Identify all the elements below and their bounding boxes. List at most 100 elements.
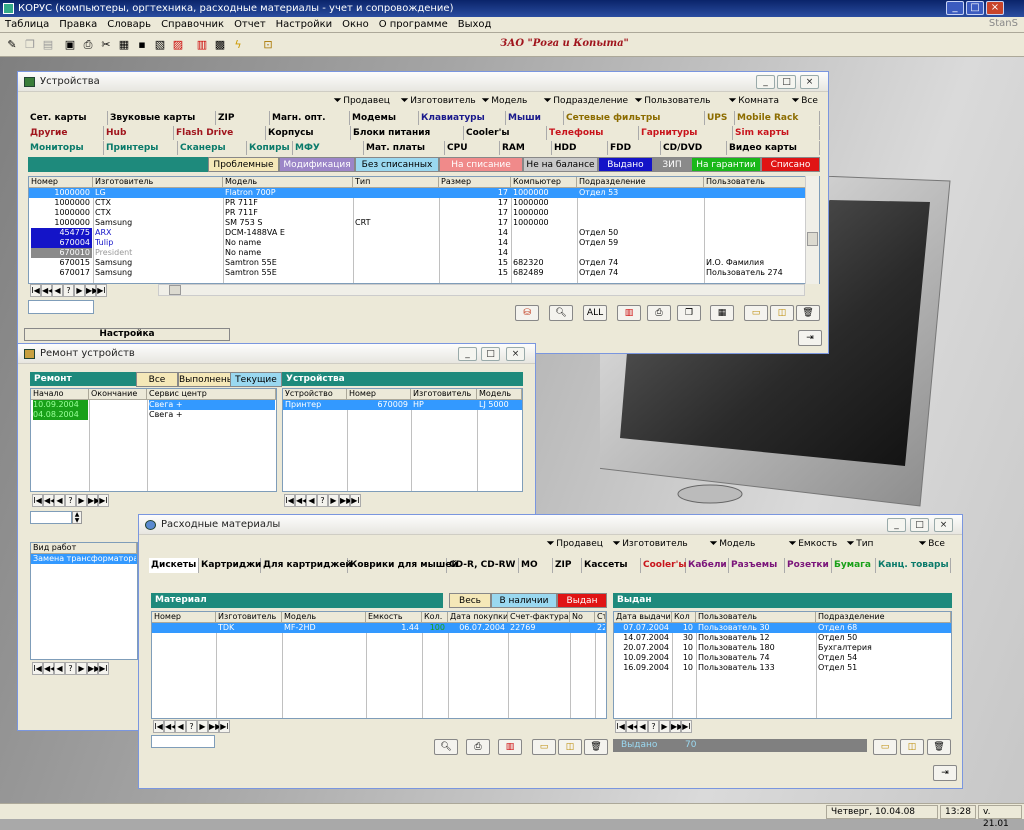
column-header[interactable]: Модель (477, 389, 522, 400)
menu-item-5[interactable]: Настройки (271, 17, 337, 32)
repair-filter-tab[interactable]: Выполнены (178, 372, 234, 387)
nav-button-3[interactable]: ? (65, 494, 76, 507)
status-filter-6[interactable]: ЗИП (653, 157, 691, 172)
category-tab[interactable]: Гарнитуры (639, 126, 733, 140)
category-tab[interactable]: CD/DVD (661, 141, 727, 155)
nav-button-6[interactable]: ▶I (219, 720, 230, 733)
nav-button-0[interactable]: I◀ (284, 494, 295, 507)
category-tab[interactable]: Телефоны (547, 126, 639, 140)
nav-button-3[interactable]: ? (65, 662, 76, 675)
column-header[interactable]: Устройство (283, 389, 347, 400)
filter-3[interactable]: ⏷ Емкость (789, 539, 837, 549)
nav-button-6[interactable]: ▶I (96, 284, 107, 297)
supply-tab[interactable]: Cooler'ы (641, 558, 687, 573)
filter-2[interactable]: ⏷ Модель (482, 96, 527, 106)
nav-button-5[interactable]: ▶▶ (87, 662, 100, 675)
category-tab[interactable]: МФУ (293, 141, 364, 155)
column-header[interactable]: No (570, 612, 595, 623)
column-header[interactable]: Пользователь (696, 612, 816, 623)
nav-button-0[interactable]: I◀ (32, 494, 43, 507)
status-filter-3[interactable]: На списание (439, 157, 523, 172)
printer-icon[interactable]: ⎙ (80, 36, 96, 53)
copy-button[interactable]: ❐ (677, 305, 701, 321)
minimize-button[interactable]: _ (946, 1, 964, 15)
tools-icon[interactable]: ✂ (98, 36, 114, 53)
column-header[interactable]: Подразделение (577, 177, 704, 188)
nav-button-0[interactable]: I◀ (615, 720, 626, 733)
column-header[interactable]: Кол (672, 612, 696, 623)
supply-tab[interactable]: Картриджи (199, 558, 261, 573)
search-input[interactable] (151, 735, 215, 748)
filter-5[interactable]: ⏷ Все (919, 539, 945, 549)
search-button[interactable]: 🔍︎ (434, 739, 458, 755)
nav-button-0[interactable]: I◀ (153, 720, 164, 733)
supply-tab[interactable]: Бумага (832, 558, 876, 573)
nav-button-6[interactable]: ▶I (681, 720, 692, 733)
nav-button-3[interactable]: ? (186, 720, 197, 733)
category-tab[interactable]: Cooler'ы (464, 126, 547, 140)
nav-button-5[interactable]: ▶▶ (339, 494, 352, 507)
devices-table[interactable]: Номер Изготовитель Модель Тип Размер Компьюте… (28, 176, 820, 284)
nav-button-6[interactable]: ▶I (350, 494, 361, 507)
nav-button-4[interactable]: ▶ (659, 720, 670, 733)
nav-button-4[interactable]: ▶ (328, 494, 339, 507)
status-filter-5[interactable]: Выдано (598, 157, 653, 172)
category-tab[interactable]: Сканеры (178, 141, 247, 155)
column-header[interactable]: Изготовитель (411, 389, 477, 400)
column-header[interactable]: Ст (595, 612, 606, 623)
monitor-icon[interactable]: ▣ (62, 36, 78, 53)
column-header[interactable]: Пользователь (704, 177, 819, 188)
column-header[interactable]: Модель (223, 177, 353, 188)
search-button[interactable]: 🔍︎ (549, 305, 573, 321)
filter-0[interactable]: ⏷ Продавец (334, 96, 390, 106)
column-header[interactable]: Размер (439, 177, 511, 188)
category-tab[interactable]: ZIP (216, 111, 270, 125)
print-button[interactable]: ⎙ (466, 739, 490, 755)
column-header[interactable]: Подразделение (816, 612, 951, 623)
status-filter-7[interactable]: На гарантии (691, 157, 761, 172)
maximize-button[interactable]: □ (910, 518, 929, 532)
column-header[interactable]: Номер (152, 612, 216, 623)
minimize-button[interactable]: _ (887, 518, 906, 532)
category-tab[interactable]: Видео карты (727, 141, 820, 155)
nav-button-1[interactable]: ◀◀ (43, 494, 56, 507)
chip-icon[interactable]: ▩ (212, 36, 228, 53)
maximize-button[interactable]: □ (481, 347, 500, 361)
column-header[interactable]: Компьютер (511, 177, 577, 188)
calc-button[interactable]: ▥ (498, 739, 522, 755)
filter-4[interactable]: ⏷ Тип (847, 539, 873, 549)
supplies-window-title-bar[interactable]: Расходные материалы _ □ × (139, 515, 962, 535)
devices-window-title-bar[interactable]: Устройства _ □ × (18, 72, 828, 92)
filter-0[interactable]: ⏷ Продавец (547, 539, 603, 549)
nav-button-2[interactable]: ◀ (306, 494, 317, 507)
filter-5[interactable]: ⏷ Комната (729, 96, 779, 106)
filter-4[interactable]: ⏷ Пользователь (635, 96, 710, 106)
paste-icon[interactable]: ▤ (40, 36, 56, 53)
nav-button-1[interactable]: ◀◀ (41, 284, 54, 297)
nav-button-6[interactable]: ▶I (98, 662, 109, 675)
category-tab[interactable]: Копиры (247, 141, 293, 155)
nav-button-3[interactable]: ? (63, 284, 74, 297)
nav-button-4[interactable]: ▶ (197, 720, 208, 733)
supply-tab[interactable]: Кабели (686, 558, 729, 573)
stepper-arrows[interactable]: ▲ ▼ (72, 511, 82, 524)
lock-icon[interactable]: ⊡ (260, 36, 276, 53)
category-tab[interactable]: Сетевые фильтры (564, 111, 705, 125)
category-tab[interactable]: Мониторы (28, 141, 104, 155)
nav-button-4[interactable]: ▶ (76, 494, 87, 507)
column-header[interactable]: Начало (31, 389, 89, 400)
close-button[interactable]: × (934, 518, 953, 532)
maximize-button[interactable]: □ (777, 75, 796, 89)
category-tab[interactable]: FDD (608, 141, 661, 155)
category-tab[interactable]: Модемы (350, 111, 419, 125)
column-header[interactable]: Номер (29, 177, 93, 188)
menu-item-2[interactable]: Словарь (102, 17, 156, 32)
record-navigator[interactable]: I◀ ◀◀◀? ▶ ▶▶▶I (284, 494, 361, 507)
print-button[interactable]: ⎙ (647, 305, 671, 321)
status-filter-8[interactable]: Списано (761, 157, 820, 172)
image-icon[interactable]: ▧ (152, 36, 168, 53)
materials-table[interactable]: Номер Изготовитель Модель Емкость Кол. Дата п… (151, 611, 607, 719)
picture-icon[interactable]: ▨ (170, 36, 186, 53)
nav-button-1[interactable]: ◀◀ (43, 662, 56, 675)
filter-2[interactable]: ⏷ Модель (710, 539, 755, 549)
